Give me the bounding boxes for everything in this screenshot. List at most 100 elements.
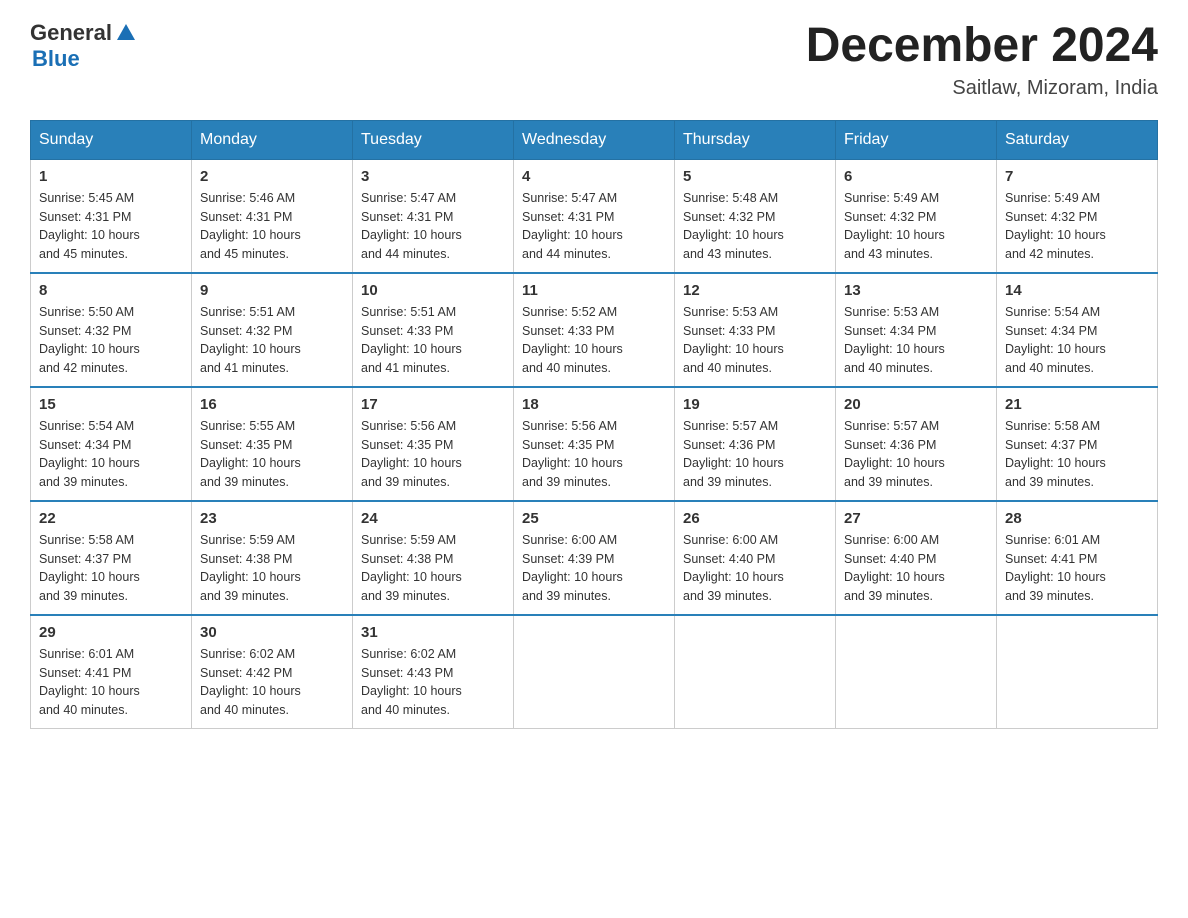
day-number: 19 (683, 396, 827, 413)
day-info: Sunrise: 5:58 AMSunset: 4:37 PMDaylight:… (1005, 417, 1149, 492)
day-info: Sunrise: 5:51 AMSunset: 4:32 PMDaylight:… (200, 303, 344, 378)
calendar-cell: 6Sunrise: 5:49 AMSunset: 4:32 PMDaylight… (836, 159, 997, 273)
calendar-cell: 1 Sunrise: 5:45 AMSunset: 4:31 PMDaylight… (31, 159, 192, 273)
calendar-cell: 10 Sunrise: 5:51 AMSunset: 4:33 PMDayligh… (353, 273, 514, 387)
day-info: Sunrise: 5:47 AMSunset: 4:31 PMDaylight:… (361, 189, 505, 264)
calendar-cell: 23Sunrise: 5:59 AMSunset: 4:38 PMDayligh… (192, 501, 353, 615)
day-info: Sunrise: 5:58 AMSunset: 4:37 PMDaylight:… (39, 531, 183, 606)
day-info: Sunrise: 5:56 AMSunset: 4:35 PMDaylight:… (361, 417, 505, 492)
day-number: 6 (844, 168, 988, 185)
day-number: 8 (39, 282, 183, 299)
day-info: Sunrise: 5:59 AMSunset: 4:38 PMDaylight:… (361, 531, 505, 606)
calendar-cell (514, 615, 675, 729)
day-info: Sunrise: 6:01 AMSunset: 4:41 PMDaylight:… (1005, 531, 1149, 606)
day-info: Sunrise: 5:55 AMSunset: 4:35 PMDaylight:… (200, 417, 344, 492)
day-number: 10 (361, 282, 505, 299)
calendar-cell: 12 Sunrise: 5:53 AMSunset: 4:33 PMDayligh… (675, 273, 836, 387)
calendar-cell: 14 Sunrise: 5:54 AMSunset: 4:34 PMDayligh… (997, 273, 1158, 387)
calendar-week-row: 29 Sunrise: 6:01 AMSunset: 4:41 PMDayligh… (31, 615, 1158, 729)
day-info: Sunrise: 5:47 AMSunset: 4:31 PMDaylight:… (522, 189, 666, 264)
calendar-cell: 30 Sunrise: 6:02 AMSunset: 4:42 PMDayligh… (192, 615, 353, 729)
day-of-week-header: Thursday (675, 120, 836, 159)
calendar-week-row: 1 Sunrise: 5:45 AMSunset: 4:31 PMDaylight… (31, 159, 1158, 273)
day-number: 22 (39, 510, 183, 527)
day-info: Sunrise: 6:01 AMSunset: 4:41 PMDaylight:… (39, 645, 183, 720)
title-area: December 2024 Saitlaw, Mizoram, India (806, 20, 1158, 100)
day-number: 1 (39, 168, 183, 185)
calendar-cell: 4 Sunrise: 5:47 AMSunset: 4:31 PMDaylight… (514, 159, 675, 273)
day-info: Sunrise: 5:53 AMSunset: 4:33 PMDaylight:… (683, 303, 827, 378)
day-number: 30 (200, 624, 344, 641)
day-info: Sunrise: 6:00 AMSunset: 4:40 PMDaylight:… (683, 531, 827, 606)
calendar-cell: 2Sunrise: 5:46 AMSunset: 4:31 PMDaylight… (192, 159, 353, 273)
day-info: Sunrise: 5:51 AMSunset: 4:33 PMDaylight:… (361, 303, 505, 378)
day-info: Sunrise: 5:49 AMSunset: 4:32 PMDaylight:… (1005, 189, 1149, 264)
day-number: 12 (683, 282, 827, 299)
calendar-cell: 18 Sunrise: 5:56 AMSunset: 4:35 PMDayligh… (514, 387, 675, 501)
calendar-week-row: 8Sunrise: 5:50 AMSunset: 4:32 PMDaylight… (31, 273, 1158, 387)
day-number: 7 (1005, 168, 1149, 185)
day-of-week-header: Monday (192, 120, 353, 159)
calendar-cell: 16 Sunrise: 5:55 AMSunset: 4:35 PMDayligh… (192, 387, 353, 501)
day-info: Sunrise: 5:53 AMSunset: 4:34 PMDaylight:… (844, 303, 988, 378)
calendar-cell: 15 Sunrise: 5:54 AMSunset: 4:34 PMDayligh… (31, 387, 192, 501)
month-title: December 2024 (806, 20, 1158, 73)
calendar-cell: 17Sunrise: 5:56 AMSunset: 4:35 PMDayligh… (353, 387, 514, 501)
logo-arrow-icon (115, 22, 137, 44)
location: Saitlaw, Mizoram, India (806, 77, 1158, 100)
day-number: 18 (522, 396, 666, 413)
page-header: General Blue December 2024 Saitlaw, Mizo… (30, 20, 1158, 100)
calendar-cell: 29 Sunrise: 6:01 AMSunset: 4:41 PMDayligh… (31, 615, 192, 729)
calendar-cell: 20 Sunrise: 5:57 AMSunset: 4:36 PMDayligh… (836, 387, 997, 501)
day-number: 14 (1005, 282, 1149, 299)
day-info: Sunrise: 5:54 AMSunset: 4:34 PMDaylight:… (1005, 303, 1149, 378)
calendar-cell: 21 Sunrise: 5:58 AMSunset: 4:37 PMDayligh… (997, 387, 1158, 501)
day-number: 27 (844, 510, 988, 527)
day-info: Sunrise: 5:48 AMSunset: 4:32 PMDaylight:… (683, 189, 827, 264)
calendar-cell: 19 Sunrise: 5:57 AMSunset: 4:36 PMDayligh… (675, 387, 836, 501)
day-number: 26 (683, 510, 827, 527)
calendar-cell: 27 Sunrise: 6:00 AMSunset: 4:40 PMDayligh… (836, 501, 997, 615)
calendar-cell: 31Sunrise: 6:02 AMSunset: 4:43 PMDayligh… (353, 615, 514, 729)
calendar-cell: 11 Sunrise: 5:52 AMSunset: 4:33 PMDayligh… (514, 273, 675, 387)
day-number: 29 (39, 624, 183, 641)
calendar-table: SundayMondayTuesdayWednesdayThursdayFrid… (30, 120, 1158, 729)
day-info: Sunrise: 5:57 AMSunset: 4:36 PMDaylight:… (683, 417, 827, 492)
day-info: Sunrise: 6:00 AMSunset: 4:40 PMDaylight:… (844, 531, 988, 606)
day-number: 3 (361, 168, 505, 185)
logo: General Blue (30, 20, 137, 72)
day-of-week-header: Sunday (31, 120, 192, 159)
calendar-cell: 24 Sunrise: 5:59 AMSunset: 4:38 PMDayligh… (353, 501, 514, 615)
day-number: 15 (39, 396, 183, 413)
calendar-week-row: 22 Sunrise: 5:58 AMSunset: 4:37 PMDayligh… (31, 501, 1158, 615)
day-info: Sunrise: 5:56 AMSunset: 4:35 PMDaylight:… (522, 417, 666, 492)
day-number: 13 (844, 282, 988, 299)
calendar-cell: 13 Sunrise: 5:53 AMSunset: 4:34 PMDayligh… (836, 273, 997, 387)
day-number: 20 (844, 396, 988, 413)
day-of-week-header: Wednesday (514, 120, 675, 159)
day-info: Sunrise: 6:02 AMSunset: 4:42 PMDaylight:… (200, 645, 344, 720)
day-number: 28 (1005, 510, 1149, 527)
calendar-cell: 22 Sunrise: 5:58 AMSunset: 4:37 PMDayligh… (31, 501, 192, 615)
calendar-cell: 3 Sunrise: 5:47 AMSunset: 4:31 PMDaylight… (353, 159, 514, 273)
day-of-week-header: Saturday (997, 120, 1158, 159)
logo-blue: Blue (32, 46, 80, 72)
day-number: 5 (683, 168, 827, 185)
day-number: 31 (361, 624, 505, 641)
day-info: Sunrise: 5:59 AMSunset: 4:38 PMDaylight:… (200, 531, 344, 606)
day-info: Sunrise: 5:46 AMSunset: 4:31 PMDaylight:… (200, 189, 344, 264)
day-info: Sunrise: 5:54 AMSunset: 4:34 PMDaylight:… (39, 417, 183, 492)
day-number: 9 (200, 282, 344, 299)
day-info: Sunrise: 5:52 AMSunset: 4:33 PMDaylight:… (522, 303, 666, 378)
day-number: 16 (200, 396, 344, 413)
calendar-cell: 7 Sunrise: 5:49 AMSunset: 4:32 PMDaylight… (997, 159, 1158, 273)
day-number: 11 (522, 282, 666, 299)
day-info: Sunrise: 5:57 AMSunset: 4:36 PMDaylight:… (844, 417, 988, 492)
calendar-cell (675, 615, 836, 729)
calendar-cell: 5 Sunrise: 5:48 AMSunset: 4:32 PMDaylight… (675, 159, 836, 273)
day-info: Sunrise: 5:45 AMSunset: 4:31 PMDaylight:… (39, 189, 183, 264)
day-number: 4 (522, 168, 666, 185)
logo-general: General (30, 20, 112, 46)
day-number: 21 (1005, 396, 1149, 413)
day-number: 24 (361, 510, 505, 527)
